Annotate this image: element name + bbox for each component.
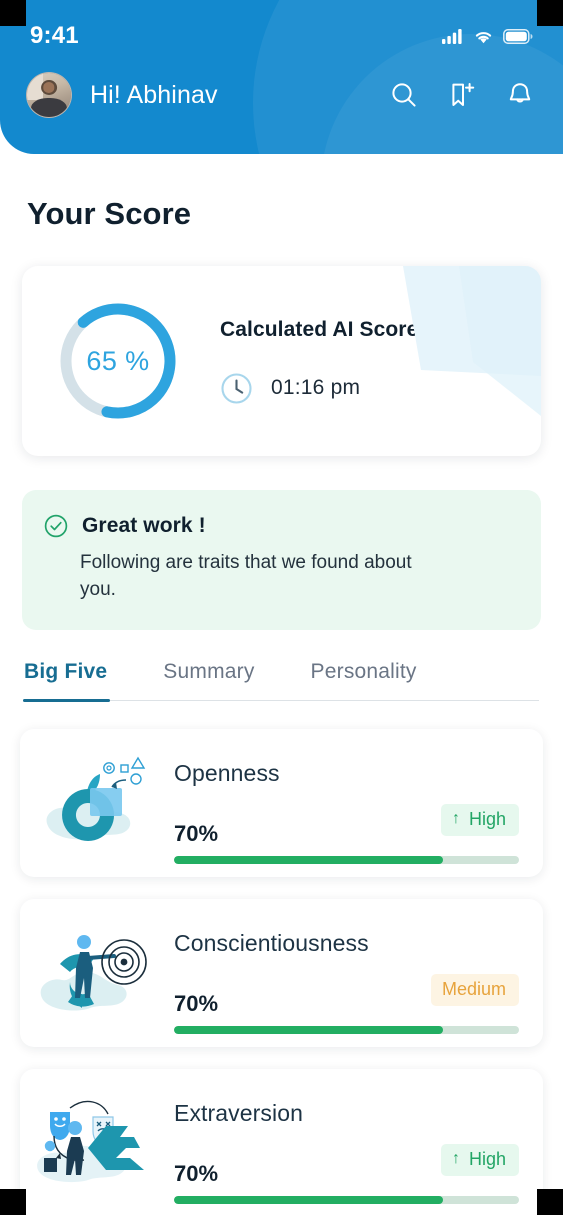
status-badge-label: Medium	[441, 978, 506, 999]
alert-message: Following are traits that we found about…	[80, 552, 412, 600]
trait-value: 70%	[174, 820, 219, 846]
status-badge-label: High	[468, 808, 506, 829]
score-card: 65 % Calculated AI Score 01:16 pm	[22, 266, 541, 456]
screen-corner-top-left	[0, 0, 26, 26]
alert-title: Great work !	[82, 514, 206, 537]
app-header: 9:41 Hi! Abhinav	[0, 0, 563, 154]
page-content: Your Score 65 % Calculated AI Score 01:1…	[0, 196, 563, 1215]
trait-card[interactable]: Extraversion ↑ High 70%	[20, 1068, 543, 1215]
score-time: 01:16 pm	[271, 376, 361, 399]
score-time-row: 01:16 pm	[220, 372, 418, 405]
openness-illustration	[30, 744, 162, 862]
status-badge: ↑ High	[440, 1143, 519, 1176]
bell-icon[interactable]	[505, 80, 535, 110]
search-icon[interactable]	[389, 80, 419, 110]
tab-summary[interactable]: Summary	[163, 660, 254, 700]
status-bar-icons	[442, 28, 533, 44]
progress-bar-fill	[174, 1025, 444, 1034]
page-title: Your Score	[27, 196, 192, 231]
conscientiousness-illustration	[30, 914, 162, 1032]
status-badge: ↑ High	[440, 803, 519, 836]
trait-card[interactable]: Openness ↑ High 70%	[20, 728, 543, 877]
progress-bar-fill	[174, 855, 444, 864]
trait-value: 70%	[174, 1160, 219, 1186]
progress-bar	[174, 1195, 519, 1204]
score-donut-chart: 65 %	[54, 297, 182, 425]
alert-header: Great work !	[44, 514, 515, 538]
greeting-text: Hi! Abhinav	[90, 80, 218, 109]
score-card-title: Calculated AI Score	[220, 317, 419, 341]
arrow-up-icon: ↑	[451, 1150, 460, 1168]
bookmark-add-icon[interactable]	[447, 80, 477, 110]
check-circle-icon	[44, 514, 68, 538]
trait-list: Openness ↑ High 70% Conscientiousness Me…	[20, 728, 543, 1215]
tab-bar: Big Five Summary Personality	[22, 660, 539, 702]
screen-corner-bottom-right	[537, 1189, 563, 1215]
status-bar: 9:41	[0, 0, 563, 50]
trait-name: Extraversion	[174, 1099, 304, 1126]
score-percent-label: 65 %	[86, 345, 150, 376]
battery-icon	[503, 28, 533, 44]
trait-card[interactable]: Conscientiousness Medium 70%	[20, 898, 543, 1047]
alert-banner: Great work ! Following are traits that w…	[22, 490, 541, 630]
avatar[interactable]	[26, 72, 72, 118]
status-badge-label: High	[468, 1148, 506, 1169]
extraversion-illustration	[30, 1084, 162, 1202]
clock-icon	[221, 372, 252, 404]
wifi-icon	[475, 31, 492, 43]
header-greeting-bar: Hi! Abhinav	[0, 50, 563, 118]
trait-content: Conscientiousness Medium 70%	[174, 914, 521, 1034]
trait-value: 70%	[174, 990, 219, 1016]
header-actions	[389, 80, 535, 110]
tab-personality[interactable]: Personality	[311, 660, 417, 700]
score-card-info: Calculated AI Score 01:16 pm	[220, 318, 418, 405]
status-bar-time: 9:41	[30, 22, 79, 49]
arrow-up-icon: ↑	[451, 810, 460, 828]
progress-bar	[174, 855, 519, 864]
trait-name: Conscientiousness	[174, 929, 369, 956]
screen-corner-top-right	[537, 0, 563, 26]
trait-name: Openness	[174, 759, 280, 786]
screen-corner-bottom-left	[0, 1189, 26, 1215]
progress-bar	[174, 1025, 519, 1034]
tab-big-five[interactable]: Big Five	[22, 660, 111, 702]
cellular-signal-icon	[442, 28, 462, 44]
phone-screen: 9:41 Hi! Abhinav Your Score 65 % Calcula…	[0, 0, 563, 1215]
progress-bar-fill	[174, 1195, 444, 1204]
trait-content: Openness ↑ High 70%	[174, 744, 521, 864]
trait-content: Extraversion ↑ High 70%	[174, 1084, 521, 1204]
status-badge: Medium	[430, 973, 519, 1006]
